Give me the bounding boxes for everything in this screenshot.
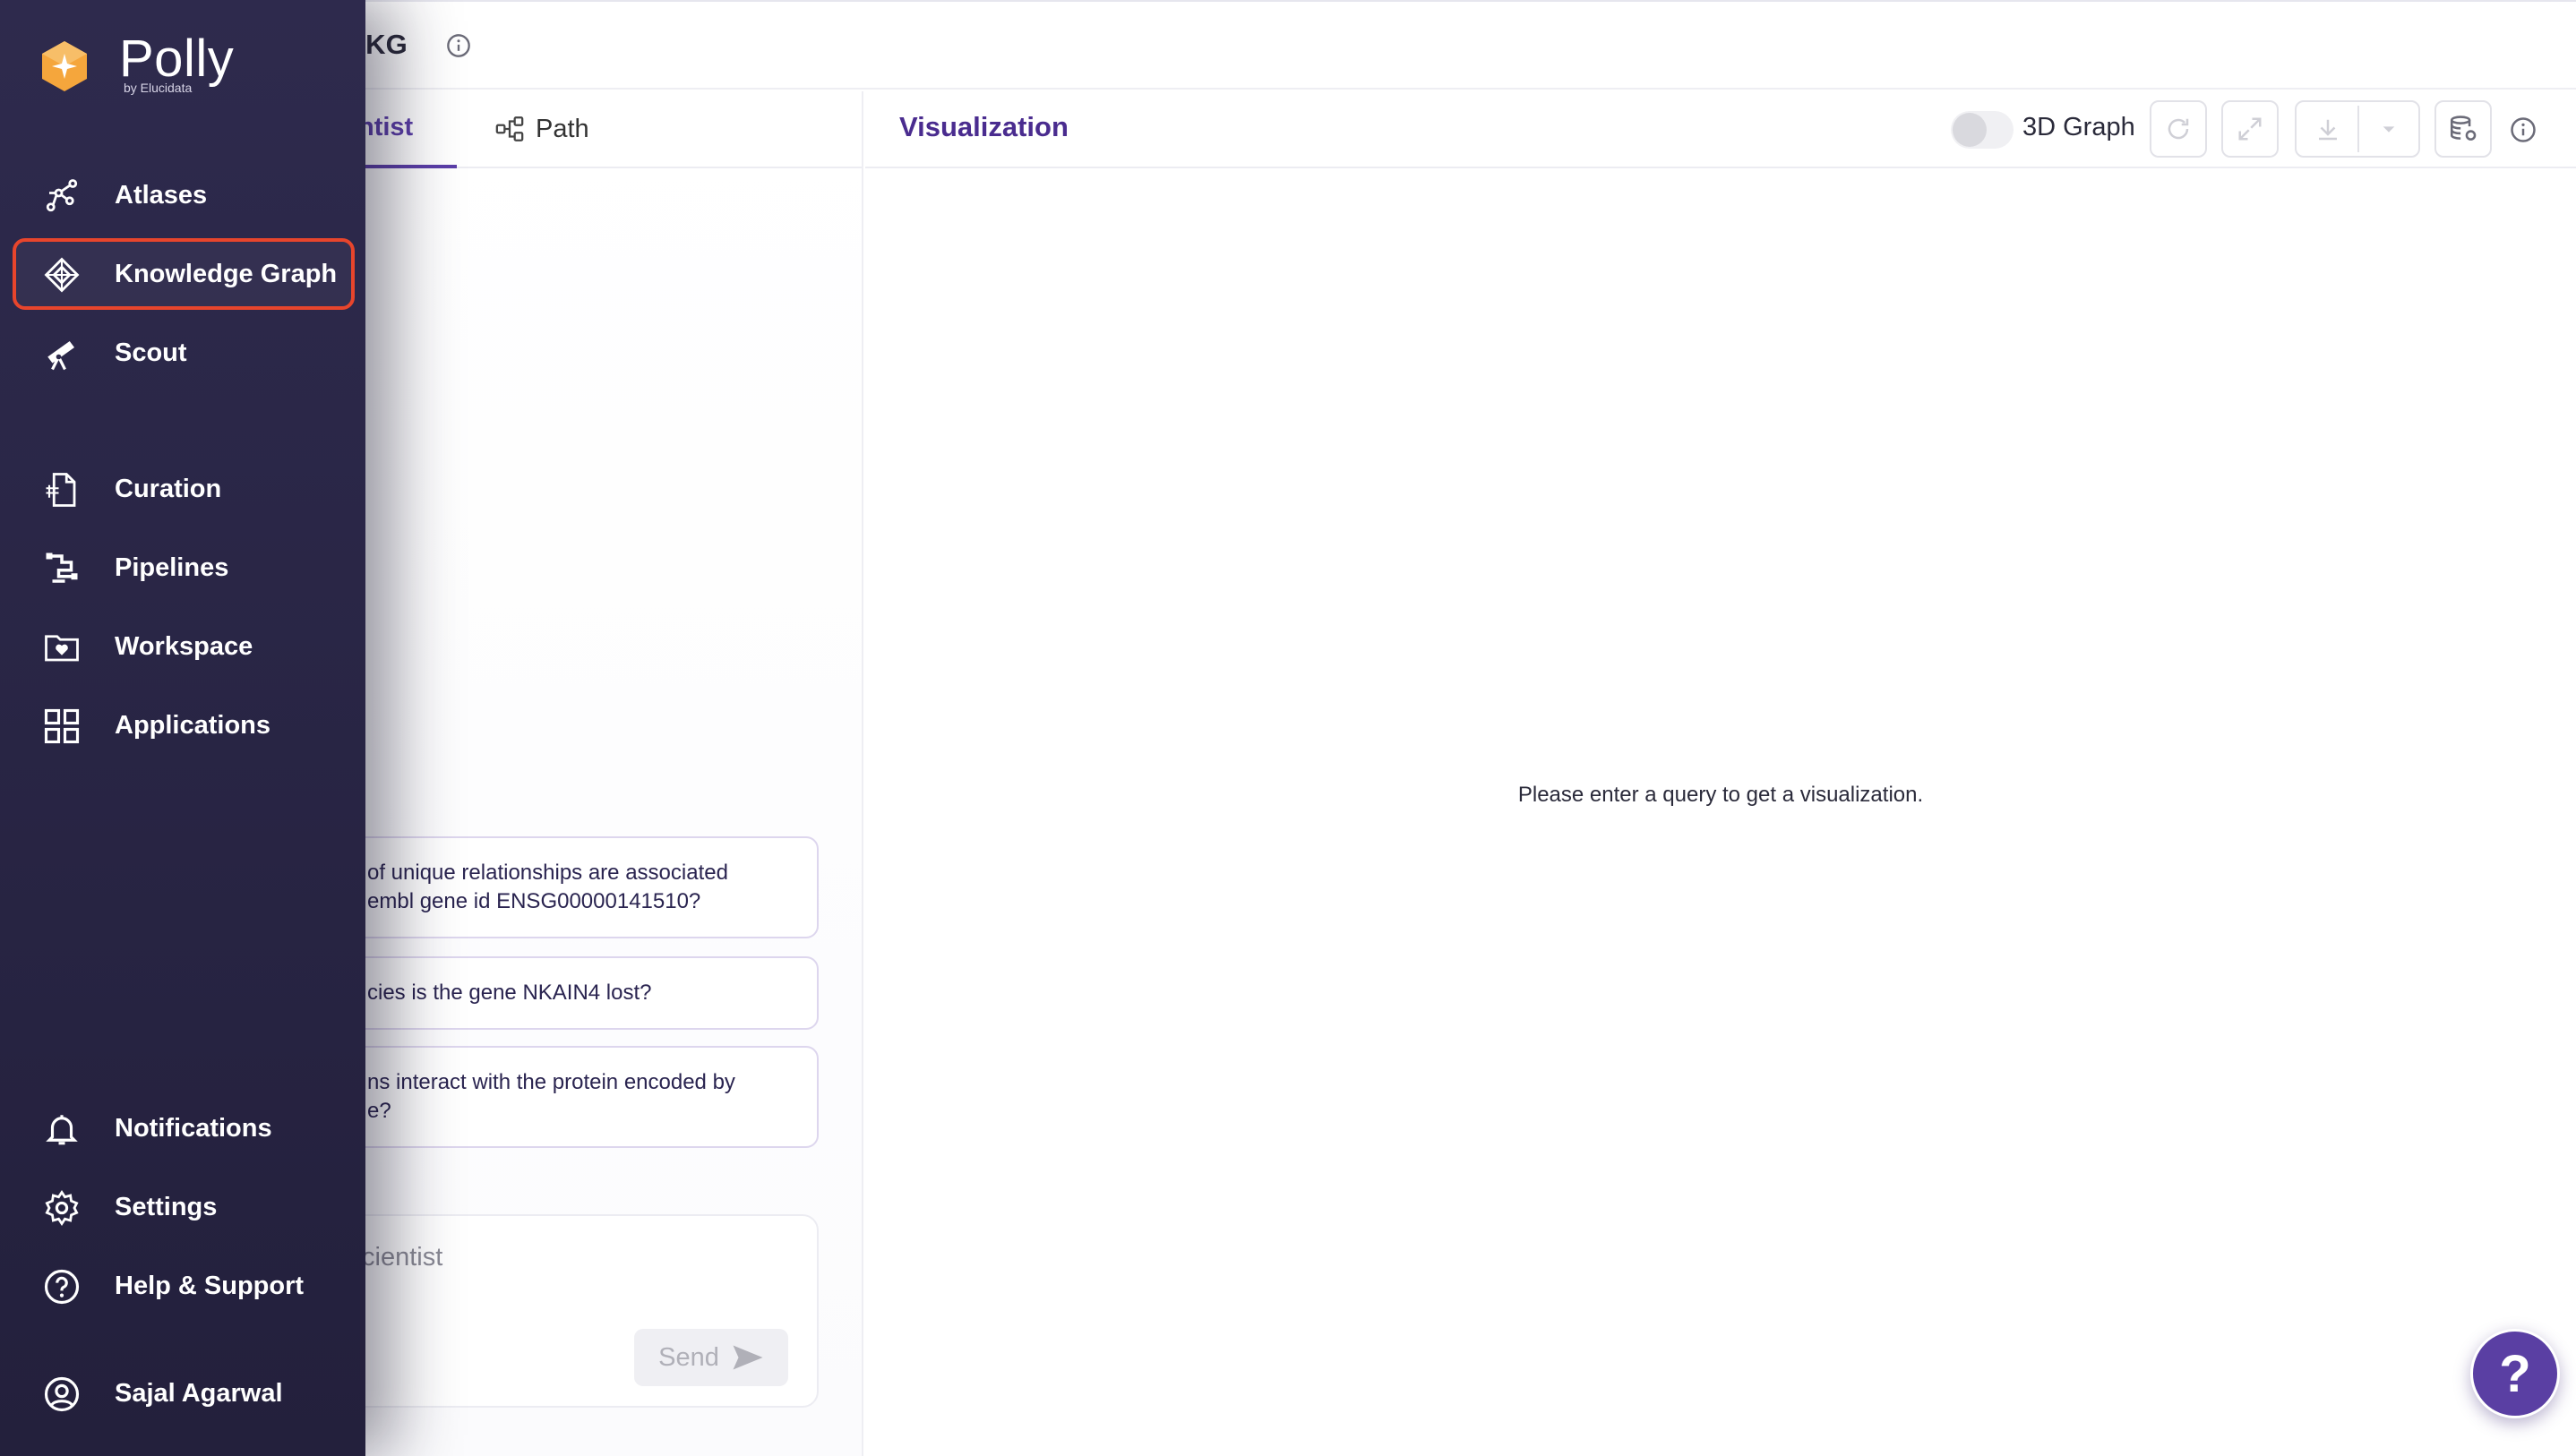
sidebar-item-help-support[interactable]: Help & Support	[13, 1250, 355, 1322]
visualization-title: Visualization	[899, 111, 1069, 142]
sidebar-item-settings[interactable]: Settings	[13, 1171, 355, 1243]
sidebar-item-pipelines[interactable]: Pipelines	[13, 532, 355, 604]
curation-icon	[43, 471, 81, 509]
sidebar-item-workspace[interactable]: Workspace	[13, 611, 355, 682]
sidebar-item-applications[interactable]: Applications	[13, 689, 355, 761]
suggestion-text: embl gene id ENSG00000141510?	[367, 889, 701, 913]
sidebar-item-label: Settings	[115, 1192, 218, 1221]
suggestion-text: of unique relationships are associated	[367, 861, 728, 885]
refresh-icon	[2168, 118, 2189, 140]
send-label: Send	[658, 1342, 719, 1372]
sidebar-item-curation[interactable]: Curation	[13, 453, 355, 525]
toggle-knob	[1953, 113, 1987, 147]
chevron-down-icon[interactable]	[2379, 122, 2399, 138]
sidebar-item-label: Pipelines	[115, 552, 229, 582]
suggestion-chip[interactable]: of unique relationships are associated e…	[305, 836, 819, 938]
tab-scientist-label: ntist	[358, 113, 414, 141]
polly-logo-icon[interactable]	[39, 39, 90, 93]
applications-grid-icon	[43, 707, 81, 745]
help-fab-button[interactable]: ?	[2470, 1329, 2560, 1418]
atlas-icon	[43, 177, 81, 215]
bell-icon	[43, 1110, 81, 1148]
sidebar-item-label: Applications	[115, 710, 271, 740]
suggestion-text: e?	[367, 1099, 391, 1123]
brand-subtitle: by Elucidata	[124, 81, 193, 95]
visualization-header: Visualization 3D Graph	[865, 91, 2576, 168]
visualization-panel: Visualization 3D Graph Please enter a qu…	[865, 91, 2576, 1456]
tab-path[interactable]: Path	[494, 109, 589, 149]
brand-name: Polly	[119, 30, 235, 88]
page-header: m KG	[0, 2, 2576, 90]
sidebar-item-label: Help & Support	[115, 1271, 305, 1300]
empty-state-message: Please enter a query to get a visualizat…	[1517, 783, 1924, 807]
sidebar-item-label: Scout	[115, 338, 187, 367]
query-input-placeholder: cientist	[362, 1243, 443, 1272]
button-divider	[2357, 106, 2359, 152]
send-button[interactable]: Send	[634, 1329, 788, 1386]
gear-icon	[43, 1189, 81, 1227]
info-icon[interactable]	[446, 33, 471, 58]
sidebar-item-notifications[interactable]: Notifications	[13, 1092, 355, 1164]
telescope-icon	[43, 335, 81, 373]
sidebar-item-label: Curation	[115, 474, 222, 503]
3d-graph-toggle[interactable]	[1951, 111, 2014, 149]
workspace-icon	[43, 629, 81, 666]
main-app: m KG ntist Path of unique relationships …	[0, 0, 2576, 1456]
knowledge-graph-icon	[43, 256, 81, 294]
database-gear-icon	[2450, 116, 2477, 141]
3d-graph-label: 3D Graph	[2022, 113, 2135, 141]
question-mark-icon: ?	[2499, 1344, 2531, 1403]
info-icon[interactable]	[2510, 116, 2537, 143]
sidebar-item-label: Notifications	[115, 1113, 272, 1143]
fullscreen-button[interactable]	[2221, 100, 2279, 158]
tab-path-label: Path	[536, 114, 589, 143]
sidebar-item-scout[interactable]: Scout	[13, 317, 355, 389]
user-avatar-icon	[43, 1375, 81, 1413]
help-circle-icon	[43, 1268, 81, 1306]
sidebar-item-atlases[interactable]: Atlases	[13, 159, 355, 231]
sidebar-item-knowledge-graph[interactable]: Knowledge Graph	[13, 238, 355, 310]
suggestion-chip[interactable]: cies is the gene NKAIN4 lost?	[305, 956, 819, 1030]
expand-icon	[2238, 117, 2262, 141]
sidebar-item-label: Workspace	[115, 631, 253, 661]
suggestion-text: ns interact with the protein encoded by	[367, 1070, 735, 1094]
sidebar-item-label: Sajal Agarwal	[115, 1378, 283, 1408]
suggestion-chip[interactable]: ns interact with the protein encoded by …	[305, 1046, 819, 1148]
database-settings-button[interactable]	[2434, 100, 2492, 158]
sidebar-item-label: Atlases	[115, 180, 208, 210]
suggestion-text: cies is the gene NKAIN4 lost?	[367, 981, 652, 1005]
sidebar-item-user-profile[interactable]: Sajal Agarwal	[13, 1358, 355, 1429]
refresh-button[interactable]	[2150, 100, 2207, 158]
path-icon	[495, 116, 524, 141]
download-icon	[2319, 119, 2337, 141]
sidebar-item-label: Knowledge Graph	[115, 259, 338, 288]
sidebar: Polly by Elucidata Atlases Knowledge Gra…	[0, 0, 365, 1456]
query-input[interactable]: cientist Send	[305, 1214, 819, 1408]
pipelines-icon	[43, 550, 81, 587]
send-arrow-icon	[733, 1345, 763, 1370]
download-button[interactable]	[2295, 100, 2420, 158]
